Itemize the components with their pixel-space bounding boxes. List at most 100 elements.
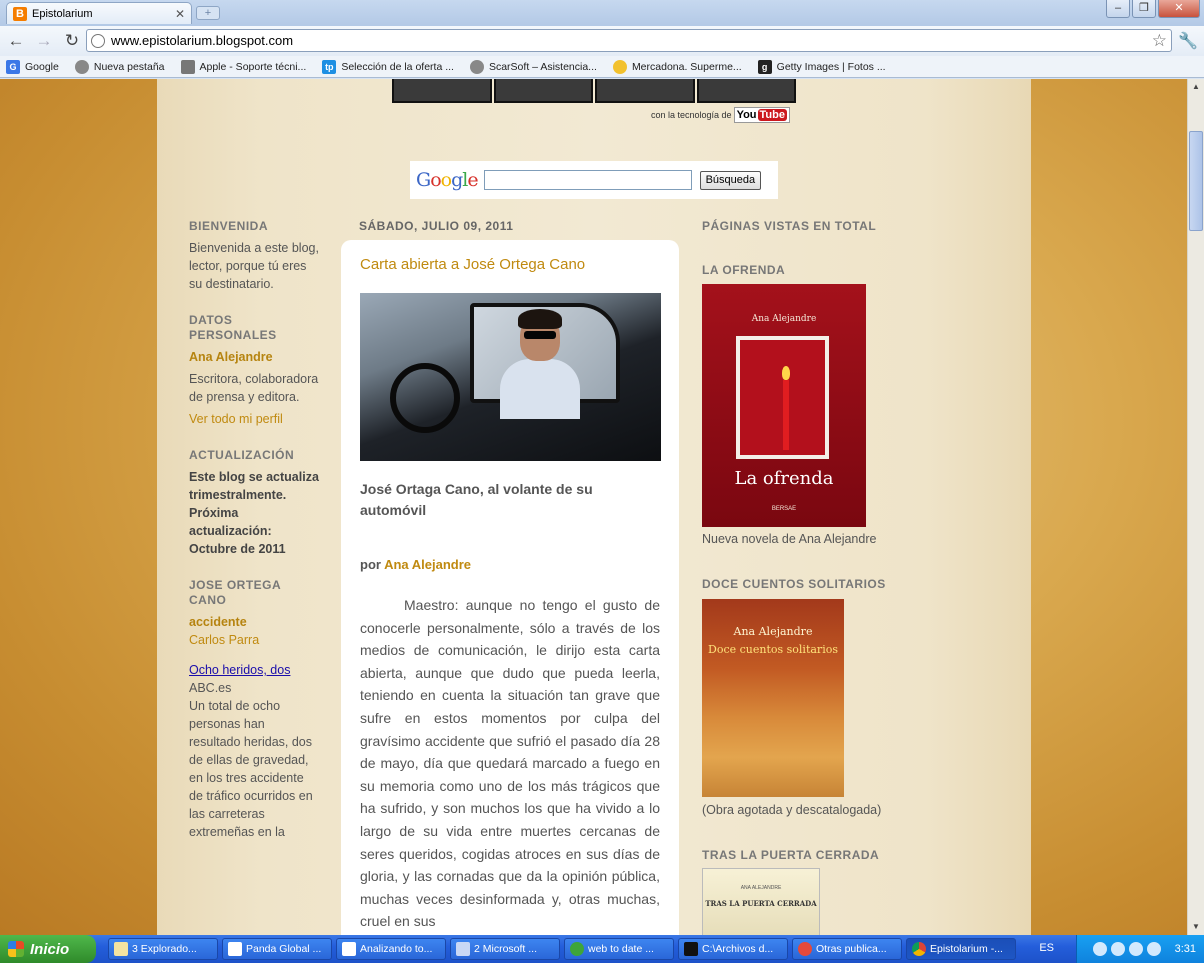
address-bar[interactable]: www.epistolarium.blogspot.com ☆ xyxy=(86,29,1172,52)
language-indicator[interactable]: ES xyxy=(1039,942,1054,954)
maximize-button[interactable]: ❐ xyxy=(1132,0,1156,18)
new-tab-button[interactable]: + xyxy=(196,6,220,20)
url-text[interactable]: www.epistolarium.blogspot.com xyxy=(111,33,1152,48)
taskbar-button[interactable]: Otras publica... xyxy=(792,938,902,960)
book-cover-author: ANA ALEJANDRE xyxy=(740,885,782,891)
windows-taskbar: Inicio 3 Explorado... Panda Global ... A… xyxy=(0,935,1204,963)
news-tag-link[interactable]: Carlos Parra xyxy=(189,631,319,649)
start-button[interactable]: Inicio xyxy=(0,935,96,963)
bookmark-apple[interactable]: Apple - Soporte técni... xyxy=(180,59,307,74)
browser-toolbar: ← → ↻ www.epistolarium.blogspot.com ☆ 🔧 xyxy=(0,26,1204,56)
folder-icon xyxy=(114,942,128,956)
bookmark-label: ScarSoft – Asistencia... xyxy=(488,60,597,73)
bookmark-star-icon[interactable]: ☆ xyxy=(1152,31,1167,51)
taskbar-button-active[interactable]: Epistolarium -... xyxy=(906,938,1016,960)
bookmark-google[interactable]: G Google xyxy=(6,59,59,74)
bookmark-getty[interactable]: g Getty Images | Fotos ... xyxy=(757,59,886,74)
vertical-scrollbar[interactable]: ▲ ▼ xyxy=(1187,79,1204,935)
bookmark-label: Google xyxy=(25,60,59,73)
forward-button[interactable]: → xyxy=(32,29,56,53)
globe-icon xyxy=(74,59,89,74)
ofrenda-caption: Nueva novela de Ana Alejandre xyxy=(702,532,877,546)
browser-tab[interactable]: B Epistolarium ✕ xyxy=(6,2,192,24)
tras-la-puerta-heading: TRAS LA PUERTA CERRADA xyxy=(702,848,880,862)
taskbar-button[interactable]: Analizando to... xyxy=(336,938,446,960)
taskbar-button[interactable]: Panda Global ... xyxy=(222,938,332,960)
wrench-menu-icon[interactable]: 🔧 xyxy=(1178,31,1198,51)
update-text: Este blog se actualiza trimestralmente. … xyxy=(189,470,319,556)
video-thumbnail[interactable] xyxy=(392,79,492,103)
profile-heading: DATOS PERSONALES xyxy=(189,313,277,342)
taskbar-button[interactable]: 2 Microsoft ... xyxy=(450,938,560,960)
sun-icon xyxy=(612,59,627,74)
network-icon[interactable] xyxy=(1128,942,1143,956)
welcome-section: BIENVENIDA Bienvenida a este blog, lecto… xyxy=(189,219,319,293)
view-profile-link[interactable]: Ver todo mi perfil xyxy=(189,410,319,428)
clock[interactable]: 3:31 xyxy=(1175,943,1196,955)
photo-caption: José Ortaga Cano, al volante de su autom… xyxy=(360,481,593,518)
bookmark-nueva-pestana[interactable]: Nueva pestaña xyxy=(74,59,165,74)
welcome-text: Bienvenida a este blog, lector, porque t… xyxy=(189,241,319,291)
bookmark-scarsoft[interactable]: ScarSoft – Asistencia... xyxy=(469,59,597,74)
google-icon: G xyxy=(6,59,20,74)
panda-tray-icon[interactable] xyxy=(1146,942,1161,956)
minimize-button[interactable]: – xyxy=(1106,0,1130,18)
doce-cuentos-cover[interactable]: Ana Alejandre Doce cuentos solitarios xyxy=(702,599,844,797)
taskbar-label: web to date ... xyxy=(588,943,654,955)
youtube-credit-text: con la tecnología de xyxy=(651,110,732,120)
bookmark-seleccion[interactable]: tp Selección de la oferta ... xyxy=(322,59,454,74)
taskbar-label: 3 Explorado... xyxy=(132,943,197,955)
video-strip xyxy=(392,79,796,103)
scroll-up-arrow-icon[interactable]: ▲ xyxy=(1188,79,1204,95)
welcome-heading: BIENVENIDA xyxy=(189,219,269,233)
security-shield-icon[interactable] xyxy=(1110,942,1125,956)
left-sidebar: BIENVENIDA Bienvenida a este blog, lecto… xyxy=(189,219,319,861)
video-thumbnail[interactable] xyxy=(493,79,593,103)
book-cover-publisher: BERSAE xyxy=(771,506,797,512)
bookmark-mercadona[interactable]: Mercadona. Superme... xyxy=(612,59,742,74)
scrollbar-thumb[interactable] xyxy=(1189,131,1203,231)
post-title[interactable]: Carta abierta a José Ortega Cano xyxy=(360,256,660,273)
author-link[interactable]: Ana Alejandre xyxy=(384,557,471,572)
la-ofrenda-cover[interactable]: Ana Alejandre La ofrenda BERSAE xyxy=(702,284,866,527)
youtube-logo[interactable]: You Tube xyxy=(733,107,790,123)
blog-post: Carta abierta a José Ortega Cano José Or… xyxy=(341,240,679,935)
taskbar-label: Epistolarium -... xyxy=(930,943,1003,955)
profile-name-link[interactable]: Ana Alejandre xyxy=(189,348,319,366)
system-tray: 3:31 xyxy=(1076,935,1204,963)
news-tag-link[interactable]: accidente xyxy=(189,613,319,631)
bookmark-label: Selección de la oferta ... xyxy=(341,60,454,73)
video-thumbnail[interactable] xyxy=(696,79,796,103)
getty-icon: g xyxy=(757,59,772,74)
reload-button[interactable]: ↻ xyxy=(60,29,84,53)
doce-cuentos-caption: (Obra agotada y descatalogada) xyxy=(702,803,882,817)
google-search-input[interactable] xyxy=(483,170,692,190)
post-photo[interactable] xyxy=(360,293,661,461)
taskbar-button[interactable]: web to date ... xyxy=(564,938,674,960)
panda-icon xyxy=(342,942,356,956)
back-button[interactable]: ← xyxy=(4,29,28,53)
post-body: Maestro: aunque no tengo el gusto de con… xyxy=(360,597,660,930)
news-article-link[interactable]: Ocho heridos, dos xyxy=(189,661,319,679)
bookmark-label: Mercadona. Superme... xyxy=(631,60,742,73)
video-thumbnail[interactable] xyxy=(595,79,695,103)
bookmark-label: Apple - Soporte técni... xyxy=(199,60,307,73)
taskbar-button[interactable]: 3 Explorado... xyxy=(108,938,218,960)
doce-cuentos-heading: DOCE CUENTOS SOLITARIOS xyxy=(702,577,886,591)
update-section: ACTUALIZACIÓN Este blog se actualiza tri… xyxy=(189,448,319,558)
close-window-button[interactable]: ✕ xyxy=(1158,0,1200,18)
browser-titlebar: B Epistolarium ✕ + – ❐ ✕ xyxy=(0,0,1204,26)
news-heading: JOSE ORTEGA CANO xyxy=(189,578,281,607)
tray-expand-icon[interactable] xyxy=(1092,942,1107,956)
chrome-icon xyxy=(912,942,926,956)
taskbar-button[interactable]: C:\Archivos d... xyxy=(678,938,788,960)
youtube-logo-tube: Tube xyxy=(757,109,787,121)
close-tab-icon[interactable]: ✕ xyxy=(175,7,185,21)
search-button[interactable]: Búsqueda xyxy=(699,170,762,190)
book-cover-title: Doce cuentos solitarios xyxy=(708,643,838,656)
scroll-down-arrow-icon[interactable]: ▼ xyxy=(1188,919,1204,935)
google-search-widget: Google Búsqueda xyxy=(410,161,778,199)
tras-la-puerta-cover[interactable]: ANA ALEJANDRE TRAS LA PUERTA CERRADA xyxy=(702,868,820,935)
bookmarks-bar: G Google Nueva pestaña Apple - Soporte t… xyxy=(0,56,1204,78)
book-cover-title: La ofrenda xyxy=(734,468,834,489)
